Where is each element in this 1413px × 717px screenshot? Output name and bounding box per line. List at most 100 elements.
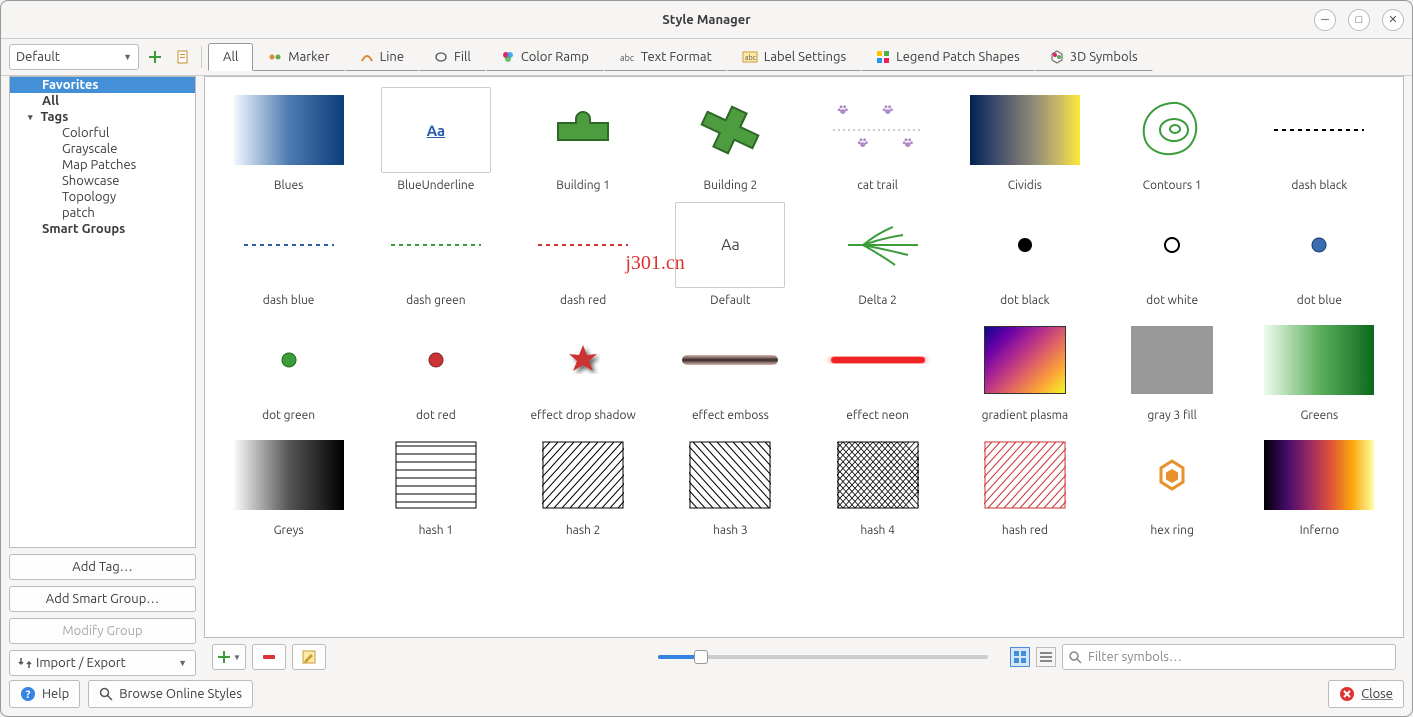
tree-tag-item[interactable]: Colorful xyxy=(10,125,195,141)
tab-legendpatch[interactable]: Legend Patch Shapes xyxy=(861,43,1035,71)
symbol-item[interactable]: cat trail xyxy=(804,87,951,192)
tree-tags[interactable]: Tags xyxy=(10,109,195,125)
symbol-item[interactable]: dash red xyxy=(510,202,657,307)
symbol-thumbnail xyxy=(528,432,638,518)
symbol-thumbnail xyxy=(528,202,638,288)
colorramp-icon xyxy=(501,50,515,64)
grid-view-toggle[interactable] xyxy=(1010,647,1030,667)
symbol-thumbnail xyxy=(381,317,491,403)
symbol-label: gray 3 fill xyxy=(1147,409,1196,422)
symbol-label: dot black xyxy=(1000,294,1050,307)
symbol-label: Delta 2 xyxy=(858,294,897,307)
symbol-item[interactable]: dot green xyxy=(215,317,362,422)
symbol-label: dash green xyxy=(406,294,466,307)
symbol-item[interactable]: effect neon xyxy=(804,317,951,422)
tree-all[interactable]: All xyxy=(10,93,195,109)
symbol-thumbnail xyxy=(234,432,344,518)
symbol-item[interactable]: hex ring xyxy=(1099,432,1246,537)
tree-tag-item[interactable]: Showcase xyxy=(10,173,195,189)
tab-all[interactable]: All xyxy=(208,43,253,71)
chevron-down-icon: ▼ xyxy=(178,658,187,668)
filter-input[interactable]: Filter symbols… xyxy=(1062,644,1396,670)
symbol-item[interactable]: dot red xyxy=(362,317,509,422)
symbol-item[interactable]: Greens xyxy=(1246,317,1393,422)
svg-text:abc: abc xyxy=(745,54,757,62)
symbol-item[interactable]: hash 1 xyxy=(362,432,509,537)
symbol-item[interactable]: gradient plasma xyxy=(951,317,1098,422)
symbol-item[interactable]: AaBlueUnderline xyxy=(362,87,509,192)
thumbnail-size-slider[interactable] xyxy=(658,655,988,659)
symbol-item[interactable]: dot blue xyxy=(1246,202,1393,307)
symbol-item[interactable]: dot black xyxy=(951,202,1098,307)
tree-tag-item[interactable]: Topology xyxy=(10,189,195,205)
category-tree[interactable]: Favorites All Tags Colorful Grayscale Ma… xyxy=(9,76,196,548)
tab-labelsettings[interactable]: abcLabel Settings xyxy=(727,43,861,71)
tab-fill[interactable]: Fill xyxy=(419,43,486,71)
maximize-button[interactable]: □ xyxy=(1348,9,1370,31)
symbol-grid-container[interactable]: Blues AaBlueUnderlineBuilding 1Building 2… xyxy=(204,76,1404,638)
symbol-item[interactable]: Building 1 xyxy=(510,87,657,192)
list-icon xyxy=(1040,651,1052,663)
symbol-item[interactable]: hash 2 xyxy=(510,432,657,537)
symbol-thumbnail xyxy=(675,87,785,173)
plus-icon xyxy=(217,650,231,664)
close-button[interactable]: Close xyxy=(1328,680,1404,708)
tab-3dsymbols[interactable]: 3D Symbols xyxy=(1035,43,1153,71)
symbol-item[interactable]: effect drop shadow xyxy=(510,317,657,422)
tree-tag-item[interactable]: patch xyxy=(10,205,195,221)
tab-colorramp[interactable]: Color Ramp xyxy=(486,43,604,71)
symbol-label: cat trail xyxy=(857,179,898,192)
symbol-item[interactable]: Blues xyxy=(215,87,362,192)
add-smart-group-button[interactable]: Add Smart Group… xyxy=(9,586,196,612)
symbol-item[interactable]: hash red xyxy=(951,432,1098,537)
symbol-item[interactable]: Aaj301.cn Default xyxy=(657,202,804,307)
default-style-button[interactable] xyxy=(171,45,195,69)
symbol-item[interactable]: hash 4 xyxy=(804,432,951,537)
close-icon xyxy=(1339,686,1355,702)
symbol-label: dot red xyxy=(416,409,456,422)
remove-symbol-button[interactable] xyxy=(252,644,286,670)
add-style-button[interactable] xyxy=(143,45,167,69)
symbol-label: Default xyxy=(710,294,751,307)
symbol-item[interactable]: Delta 2 xyxy=(804,202,951,307)
plus-icon xyxy=(147,49,163,65)
edit-symbol-button[interactable] xyxy=(292,644,326,670)
symbol-item[interactable]: dash black xyxy=(1246,87,1393,192)
minimize-button[interactable]: ─ xyxy=(1314,9,1336,31)
symbol-item[interactable]: dash blue xyxy=(215,202,362,307)
tab-textformat[interactable]: abcText Format xyxy=(604,43,727,71)
tree-smart-groups[interactable]: Smart Groups xyxy=(10,221,195,237)
symbol-item[interactable]: dash green xyxy=(362,202,509,307)
add-tag-button[interactable]: Add Tag… xyxy=(9,554,196,580)
tree-tag-item[interactable]: Grayscale xyxy=(10,141,195,157)
symbol-item[interactable]: Greys xyxy=(215,432,362,537)
style-select[interactable]: Default ▼ xyxy=(9,44,139,70)
symbol-thumbnail xyxy=(1264,317,1374,403)
fill-icon xyxy=(434,50,448,64)
tab-line[interactable]: Line xyxy=(345,43,419,71)
tree-favorites[interactable]: Favorites xyxy=(10,77,195,93)
browse-online-button[interactable]: Browse Online Styles xyxy=(88,680,253,708)
list-view-toggle[interactable] xyxy=(1036,647,1056,667)
symbol-label: Greens xyxy=(1300,409,1338,422)
import-export-button[interactable]: Import / Export ▼ xyxy=(9,650,196,676)
line-icon xyxy=(360,50,374,64)
symbol-item[interactable]: gray 3 fill xyxy=(1099,317,1246,422)
symbol-item[interactable]: effect emboss xyxy=(657,317,804,422)
symbol-label: dot green xyxy=(262,409,315,422)
symbol-item[interactable]: Cividis xyxy=(951,87,1098,192)
tree-tag-item[interactable]: Map Patches xyxy=(10,157,195,173)
symbol-item[interactable]: hash 3 xyxy=(657,432,804,537)
search-icon xyxy=(1069,651,1082,664)
symbol-item[interactable]: dot white xyxy=(1099,202,1246,307)
symbol-label: Blues xyxy=(274,179,303,192)
symbol-thumbnail xyxy=(970,317,1080,403)
symbol-item[interactable]: Building 2 xyxy=(657,87,804,192)
tab-marker[interactable]: Marker xyxy=(253,43,344,71)
add-symbol-button[interactable]: ▼ xyxy=(212,644,246,670)
symbol-item[interactable]: Contours 1 xyxy=(1099,87,1246,192)
help-button[interactable]: ? Help xyxy=(9,680,80,708)
symbol-item[interactable]: Inferno xyxy=(1246,432,1393,537)
close-window-button[interactable]: ✕ xyxy=(1382,9,1404,31)
symbol-thumbnail: Aaj301.cn xyxy=(675,202,785,288)
